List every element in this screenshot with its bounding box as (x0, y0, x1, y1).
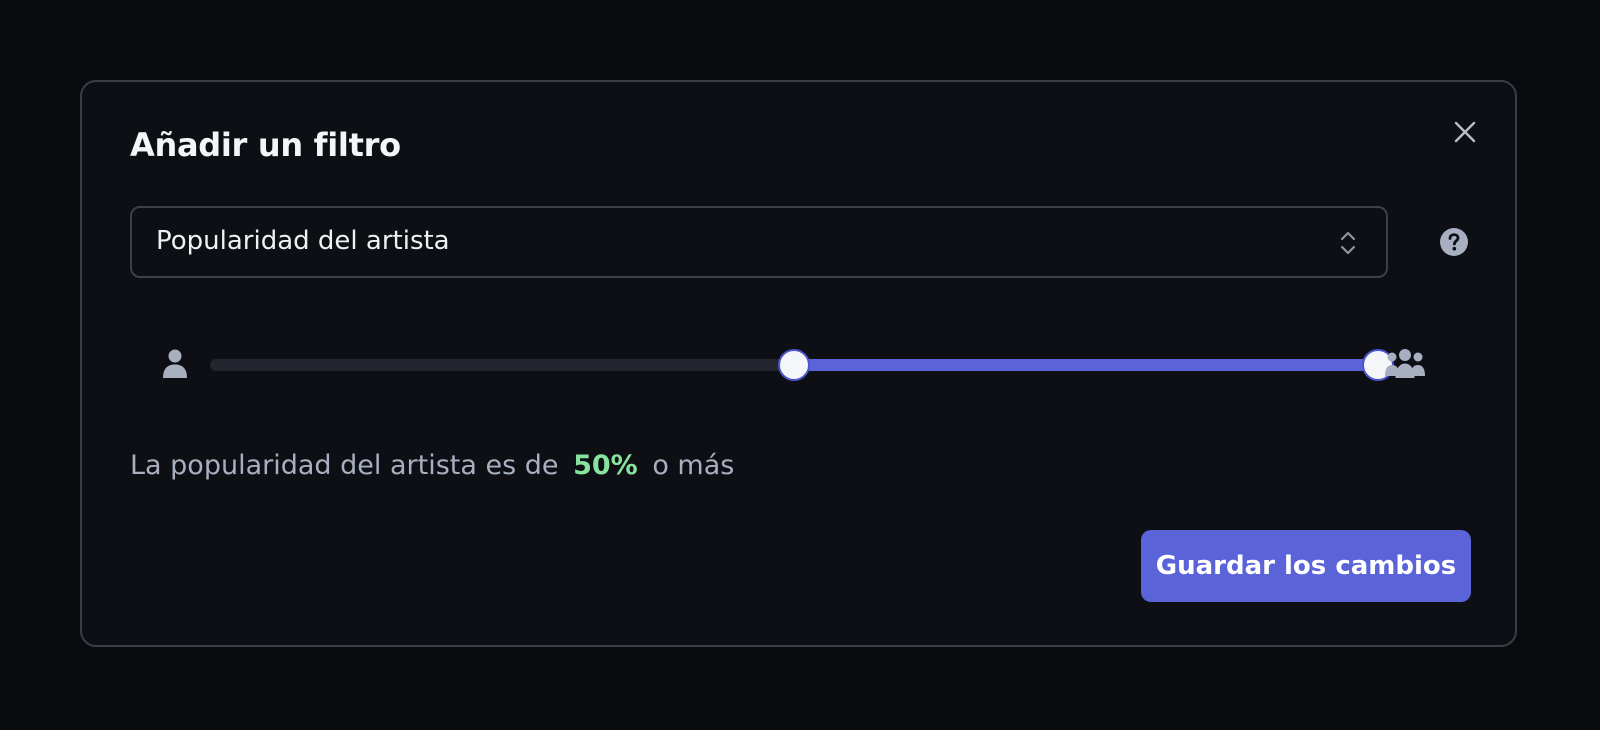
filter-type-value: Popularidad del artista (156, 226, 450, 256)
filter-summary: La popularidad del artista es de 50% o m… (130, 450, 734, 481)
save-changes-button[interactable]: Guardar los cambios (1141, 530, 1471, 602)
popularity-range-slider (162, 340, 1452, 390)
group-icon (1385, 349, 1425, 378)
slider-min-handle[interactable] (778, 349, 810, 381)
filter-type-select[interactable]: Popularidad del artista (130, 206, 1388, 278)
close-icon (1454, 121, 1476, 143)
close-button[interactable] (1447, 114, 1483, 150)
summary-percentage: 50% (573, 450, 638, 481)
summary-suffix: o más (652, 450, 735, 481)
chevron-up-down-icon (1340, 231, 1356, 255)
slider-selected-range (794, 359, 1378, 371)
slider-track[interactable] (210, 349, 1394, 381)
dialog-title: Añadir un filtro (130, 126, 401, 164)
person-icon (163, 349, 187, 378)
summary-prefix: La popularidad del artista es de (130, 450, 559, 481)
add-filter-dialog: Añadir un filtro Popularidad del artista (80, 80, 1517, 647)
help-icon[interactable] (1439, 227, 1469, 257)
